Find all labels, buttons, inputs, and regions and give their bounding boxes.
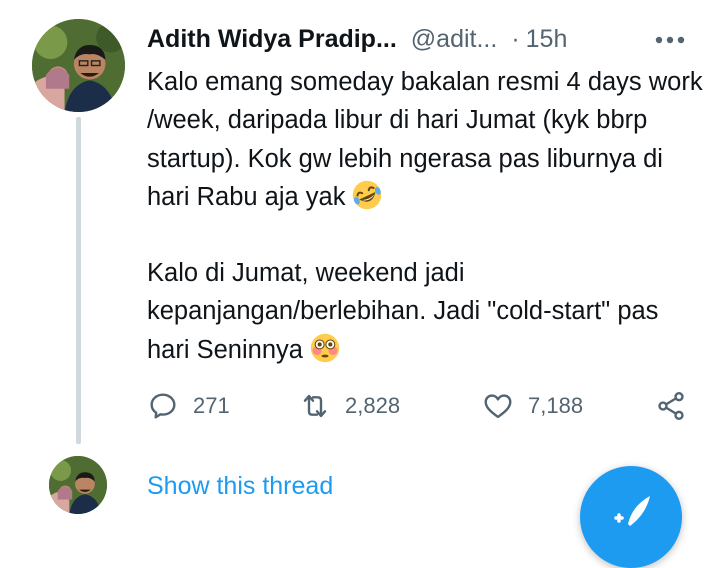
like-count: 7,188 xyxy=(528,393,584,418)
author-handle[interactable]: @adit... xyxy=(411,25,498,54)
tweet-body: Kalo emang someday bakalan resmi 4 days … xyxy=(147,63,707,369)
thread-connector-line xyxy=(76,117,81,444)
compose-tweet-icon xyxy=(614,496,650,526)
avatar-photo xyxy=(49,456,107,514)
heart-icon xyxy=(484,394,512,419)
flushed-face-emoji-icon xyxy=(310,333,340,363)
tweet-action-bar: 271 2,828 7,188 xyxy=(147,388,692,424)
separator-dot: · xyxy=(511,24,520,53)
share-icon xyxy=(658,392,684,420)
tweet-timestamp[interactable]: 15h xyxy=(526,25,568,54)
compose-tweet-button[interactable] xyxy=(580,466,682,568)
tweet-paragraph-1: Kalo emang someday bakalan resmi 4 days … xyxy=(147,63,707,216)
avatar-photo xyxy=(32,19,125,112)
retweet-button[interactable]: 2,828 xyxy=(299,388,400,424)
tweet-header: Adith Widya Pradip... @adit... · 15h xyxy=(147,22,687,56)
thread-author-avatar[interactable] xyxy=(49,456,107,514)
retweet-count: 2,828 xyxy=(345,393,401,418)
tweet-text-1: Kalo emang someday bakalan resmi 4 days … xyxy=(147,68,703,211)
reply-button[interactable]: 271 xyxy=(147,388,230,424)
reply-icon xyxy=(150,393,176,419)
share-button[interactable] xyxy=(655,388,701,424)
like-button[interactable]: 7,188 xyxy=(482,388,583,424)
tweet-paragraph-2: Kalo di Jumat, weekend jadi kepanjangan/… xyxy=(147,254,707,369)
more-options-button[interactable] xyxy=(650,26,690,54)
author-avatar[interactable] xyxy=(32,19,125,112)
rolling-laughing-emoji-icon xyxy=(353,180,382,210)
more-horizontal-icon xyxy=(655,36,685,44)
retweet-icon xyxy=(303,394,327,418)
reply-count: 271 xyxy=(193,393,230,418)
tweet-text-2: Kalo di Jumat, weekend jadi kepanjangan/… xyxy=(147,259,659,364)
author-name[interactable]: Adith Widya Pradip... xyxy=(147,25,397,54)
show-thread-link[interactable]: Show this thread xyxy=(147,472,333,501)
